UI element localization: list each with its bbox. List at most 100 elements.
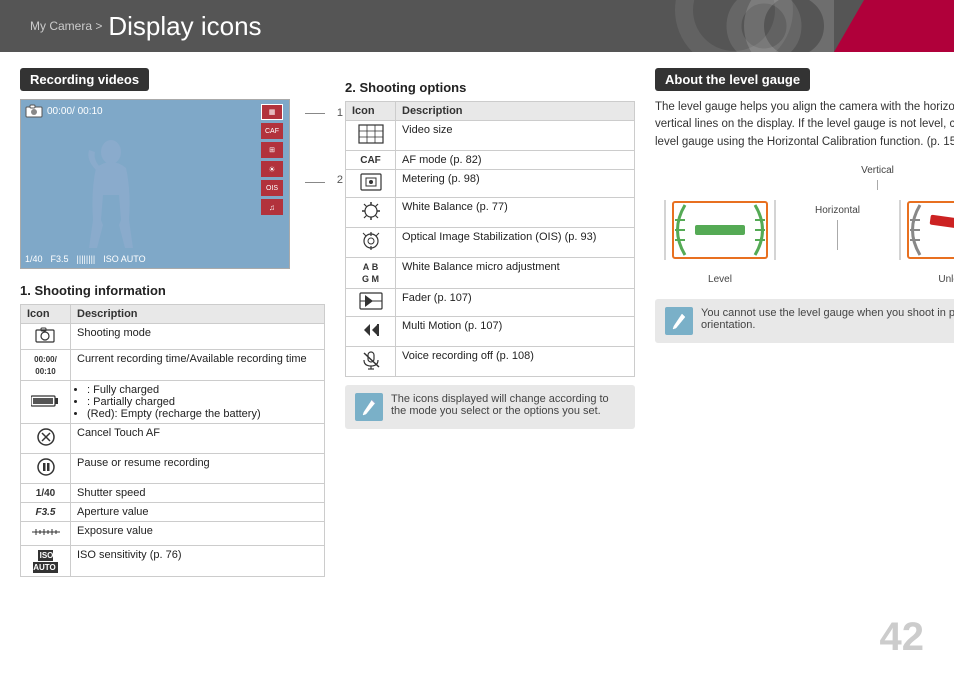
- note-text: The icons displayed will change accordin…: [391, 393, 625, 417]
- icon-cell: A BG M: [346, 258, 396, 289]
- table-row: Multi Motion (p. 107): [346, 317, 635, 347]
- table-row: : Fully charged : Partially charged (Red…: [21, 381, 325, 424]
- desc-cell: Shooting mode: [71, 324, 325, 350]
- level-gauge-note: You cannot use the level gauge when you …: [655, 299, 954, 343]
- table-row: CAF AF mode (p. 82): [346, 151, 635, 170]
- header-bar: My Camera > Display icons: [0, 0, 954, 52]
- desc-cell: Metering (p. 98): [396, 170, 635, 198]
- table-row: Fader (p. 107): [346, 289, 635, 317]
- person-silhouette: [81, 140, 141, 250]
- icon-cell: [346, 198, 396, 228]
- extra-icon: ♫: [261, 199, 283, 215]
- horizontal-label: Horizontal: [815, 205, 860, 216]
- white-balance-icon: [361, 201, 381, 221]
- exposure-icon: [31, 525, 61, 539]
- desc-cell: White Balance micro adjustment: [396, 258, 635, 289]
- icon-cell: [21, 381, 71, 424]
- batt-empty-label: (Red): Empty (recharge the battery): [87, 408, 261, 420]
- unlevel-gauge-svg: [890, 190, 954, 270]
- desc-cell: Optical Image Stabilization (OIS) (p. 93…: [396, 228, 635, 258]
- exposure-bar: ||||||||: [77, 254, 96, 264]
- af-mode-icon: CAF: [360, 155, 381, 166]
- level-figure: Level: [655, 190, 785, 285]
- table-row: 00:00/00:10 Current recording time/Avail…: [21, 350, 325, 381]
- pencil-icon-2: [671, 311, 687, 331]
- fader-icon: [359, 292, 383, 310]
- camera-bottom-bar: 1/40 F3.5 |||||||| ISO AUTO: [25, 254, 146, 264]
- horizontal-container: Horizontal: [815, 205, 860, 250]
- shooting-info-heading: 1. Shooting information: [20, 283, 325, 298]
- table-row: Metering (p. 98): [346, 170, 635, 198]
- annot-line-2: [305, 182, 325, 183]
- aperture-display: F3.5: [51, 254, 69, 264]
- icon-cell: [21, 454, 71, 484]
- timer-display: 00:00/ 00:10: [47, 106, 103, 117]
- page-title: Display icons: [108, 11, 261, 42]
- metering-icon: [360, 173, 382, 191]
- af-icon: CAF: [261, 123, 283, 139]
- table-row: ISO AUTO ISO sensitivity (p. 76): [21, 546, 325, 577]
- pencil-icon: [361, 397, 377, 417]
- icon-cell: F3.5: [21, 503, 71, 522]
- vertical-label: Vertical: [861, 165, 894, 176]
- desc-cell: Pause or resume recording: [71, 454, 325, 484]
- icon-cell: ISO AUTO: [21, 546, 71, 577]
- col-header-desc: Description: [71, 305, 325, 324]
- note-icon-2: [665, 307, 693, 335]
- table-row: Optical Image Stabilization (OIS) (p. 93…: [346, 228, 635, 258]
- table-row: Shooting mode: [21, 324, 325, 350]
- table-row: F3.5 Aperture value: [21, 503, 325, 522]
- desc-cell: Multi Motion (p. 107): [396, 317, 635, 347]
- desc-cell: Video size: [396, 121, 635, 151]
- desc-cell: White Balance (p. 77): [396, 198, 635, 228]
- shutter-icon: 1/40: [36, 488, 55, 499]
- iso-icon: ISO AUTO: [33, 550, 58, 573]
- desc-cell: Voice recording off (p. 108): [396, 347, 635, 377]
- table-row: Cancel Touch AF: [21, 424, 325, 454]
- ois-icon: OIS: [261, 180, 283, 196]
- multi-motion-icon: [360, 320, 382, 340]
- shooting-options-note: The icons displayed will change accordin…: [345, 385, 635, 429]
- level-diagram: Vertical: [655, 165, 954, 285]
- camera-preview: 00:00/ 00:10 1/40 F3.5: [20, 99, 290, 269]
- deco-circles: [634, 0, 834, 52]
- desc-cell: Cancel Touch AF: [71, 424, 325, 454]
- cancel-touch-af-icon: [36, 427, 56, 447]
- level-gauge-description: The level gauge helps you align the came…: [655, 99, 954, 151]
- level-gauge-heading: About the level gauge: [655, 68, 810, 91]
- table-row: Pause or resume recording: [21, 454, 325, 484]
- icon-cell: [346, 347, 396, 377]
- desc-cell: Current recording time/Available recordi…: [71, 350, 325, 381]
- shooting-mode-icon: [35, 327, 57, 343]
- metering-icon: ⊞: [261, 142, 283, 158]
- annot-line-1: [305, 113, 325, 114]
- shooting-info-table: Icon Description Shooting mode: [20, 304, 325, 577]
- right-column: About the level gauge The level gauge he…: [655, 68, 954, 666]
- table-row: 1/40 Shutter speed: [21, 484, 325, 503]
- icon-cell: [346, 317, 396, 347]
- desc-cell: Exposure value: [71, 522, 325, 546]
- page-number: 42: [880, 615, 925, 660]
- unlevel-label: Unlevel: [938, 274, 954, 285]
- level-diagram-inner: Level Horizontal: [655, 190, 954, 285]
- wb-icon: ☀: [261, 161, 283, 177]
- shutter-display: 1/40: [25, 254, 43, 264]
- desc-cell: AF mode (p. 82): [396, 151, 635, 170]
- aperture-icon: F3.5: [35, 507, 55, 518]
- unlevel-figure: Unlevel: [890, 190, 954, 285]
- desc-cell: ISO sensitivity (p. 76): [71, 546, 325, 577]
- right-icons-panel: ▦ CAF ⊞ ☀ OIS ♫: [261, 104, 283, 215]
- table-row: A BG M White Balance micro adjustment: [346, 258, 635, 289]
- icon-cell: [346, 228, 396, 258]
- icon-cell: CAF: [346, 151, 396, 170]
- icon-cell: [346, 289, 396, 317]
- iso-display: ISO AUTO: [103, 254, 145, 264]
- wb-adjust-icon: A BG M: [362, 262, 379, 284]
- desc-cell: Aperture value: [71, 503, 325, 522]
- batt-full-label: : Fully charged: [87, 384, 159, 396]
- left-column: Recording videos 00:00/ 00:10: [20, 68, 325, 666]
- desc-cell: : Fully charged : Partially charged (Red…: [71, 381, 325, 424]
- icon-cell: 00:00/00:10: [21, 350, 71, 381]
- table-row: Exposure value: [21, 522, 325, 546]
- col-header-desc: Description: [396, 102, 635, 121]
